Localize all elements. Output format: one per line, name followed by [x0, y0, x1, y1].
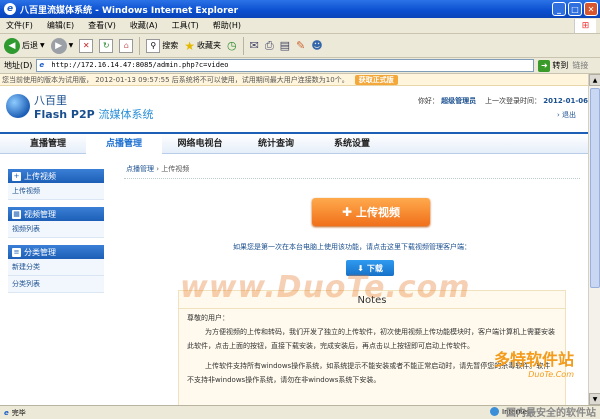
- menu-view[interactable]: 查看(V): [88, 20, 116, 31]
- back-dropdown-icon[interactable]: ▼: [40, 42, 45, 49]
- maximize-button[interactable]: □: [568, 2, 582, 16]
- user-name: 超级管理员: [441, 97, 477, 105]
- sidebar-group-video-manage[interactable]: ▦ 视频管理: [8, 207, 104, 221]
- search-label: 搜索: [162, 41, 179, 50]
- favorites-label: 收藏夹: [197, 41, 222, 50]
- breadcrumb: 点播管理 › 上传视频: [124, 162, 580, 179]
- user-info: 你好： 超级管理员 上一次登录时间： 2012-01-06: [417, 97, 588, 105]
- menu-bar: 文件(F) 编辑(E) 查看(V) 收藏(A) 工具(T) 帮助(H) ⊞: [0, 18, 600, 34]
- back-arrow-icon: ◀: [4, 37, 20, 54]
- main-nav: 直播管理 点播管理 网络电视台 统计查询 系统设置: [0, 132, 588, 154]
- menu-tools[interactable]: 工具(T): [172, 20, 199, 31]
- history-icon[interactable]: ◷: [227, 39, 237, 52]
- main-body: + 上传视频 上传视频 ▦ 视频管理 视频列表 ≡ 分类管理 新建分类 分类列表…: [0, 154, 588, 405]
- brand-logo-icon: [6, 94, 30, 118]
- discuss-icon[interactable]: ✎: [296, 39, 305, 52]
- favorites-button[interactable]: ★ 收藏夹: [184, 39, 221, 53]
- breadcrumb-root[interactable]: 点播管理: [126, 165, 154, 173]
- go-arrow-icon: ➜: [538, 59, 551, 72]
- status-bar: e 完毕 Internet 国内最安全的软件站: [0, 405, 600, 419]
- menu-favorites[interactable]: 收藏(A): [130, 20, 158, 31]
- duote-slogan-watermark: 国内最安全的软件站: [506, 408, 596, 419]
- nav-stats[interactable]: 统计查询: [238, 134, 314, 154]
- search-icon: ⚲: [146, 38, 161, 53]
- vertical-scrollbar[interactable]: ▲ ▼: [588, 74, 600, 405]
- print-icon[interactable]: ⎙: [265, 39, 274, 53]
- scroll-up-icon[interactable]: ▲: [589, 74, 600, 86]
- upload-video-button[interactable]: ✚ 上传视频: [312, 198, 430, 226]
- download-arrow-icon: ⬇: [357, 263, 364, 273]
- trial-notice: 您当前使用的版本为试用版， 2012-01-13 09:57:55 后系统将不可…: [0, 74, 588, 86]
- edit-icon[interactable]: ▤: [280, 39, 290, 52]
- notes-title: Notes: [179, 291, 565, 309]
- notes-salutation: 尊敬的用户：: [187, 314, 229, 322]
- logout-link[interactable]: › 退出: [557, 110, 576, 120]
- address-input[interactable]: http://172.16.14.47:8085/admin.php?c=vid…: [36, 59, 535, 72]
- nav-live[interactable]: 直播管理: [10, 134, 86, 154]
- plus-icon: +: [12, 171, 21, 181]
- forward-button[interactable]: ▶ ▼: [50, 37, 74, 54]
- messenger-icon[interactable]: ☻: [311, 39, 322, 52]
- star-icon: ★: [184, 38, 196, 53]
- address-bar: 地址(D) http://172.16.14.47:8085/admin.php…: [0, 58, 600, 74]
- sidebar: + 上传视频 上传视频 ▦ 视频管理 视频列表 ≡ 分类管理 新建分类 分类列表: [8, 162, 104, 293]
- links-label[interactable]: 链接: [572, 60, 588, 71]
- notes-panel: Notes 尊敬的用户： 为方便视频的上传和转码，我们开发了独立的上传软件，初次…: [178, 290, 566, 405]
- stop-icon[interactable]: ✕: [79, 38, 94, 53]
- category-icon: ≡: [12, 247, 21, 257]
- trial-notice-text: 您当前使用的版本为试用版， 2012-01-13 09:57:55 后系统将不可…: [2, 75, 349, 84]
- menu-file[interactable]: 文件(F): [6, 20, 33, 31]
- last-login-date: 2012-01-06: [543, 97, 588, 105]
- go-button[interactable]: ➜ 转到: [538, 59, 569, 72]
- back-label: 后退: [22, 41, 38, 50]
- nav-web-tv[interactable]: 网络电视台: [162, 134, 238, 154]
- back-button[interactable]: ◀ 后退 ▼: [4, 37, 45, 54]
- forward-dropdown-icon[interactable]: ▼: [69, 42, 74, 49]
- page-icon: e: [4, 408, 9, 417]
- go-label: 转到: [552, 61, 569, 70]
- sidebar-group-category[interactable]: ≡ 分类管理: [8, 245, 104, 259]
- plus-icon: ✚: [341, 205, 353, 219]
- menu-edit[interactable]: 编辑(E): [47, 20, 74, 31]
- client-download-hint: 如果您是第一次在本台电脑上使用该功能，请点击这里下载视频管理客户端：: [233, 243, 471, 251]
- notes-paragraph-1: 为方便视频的上传和转码，我们开发了独立的上传软件，初次使用视频上传功能模块时，客…: [187, 328, 555, 350]
- sidebar-item-category-list[interactable]: 分类列表: [8, 276, 104, 293]
- address-label: 地址(D): [4, 61, 33, 70]
- brand-product: Flash P2P 流媒体系统: [34, 108, 154, 121]
- main-panel: 点播管理 › 上传视频 ✚ 上传视频 如果您是第一次在本台电脑上使用该功能，请点…: [124, 162, 580, 405]
- window-titlebar: e 八百里流媒体系统 - Windows Internet Explorer _…: [0, 0, 600, 18]
- get-full-version-button[interactable]: 获取正式版: [354, 74, 398, 85]
- globe-icon: [490, 407, 499, 416]
- close-button[interactable]: ✕: [584, 2, 598, 16]
- nav-vod[interactable]: 点播管理: [86, 133, 162, 154]
- scroll-thumb[interactable]: [590, 88, 600, 288]
- notes-paragraph-2: 上传软件支持所有windows操作系统，如系统提示不能安装或者不能正常启动时，请…: [187, 362, 551, 384]
- mail-icon[interactable]: ✉: [250, 39, 259, 52]
- page-content: 您当前使用的版本为试用版， 2012-01-13 09:57:55 后系统将不可…: [0, 74, 588, 405]
- status-text: 完毕: [11, 408, 26, 417]
- browser-toolbar: ◀ 后退 ▼ ▶ ▼ ✕ ↻ ⌂ ⚲ 搜索 ★ 收藏夹 ◷ ✉ ⎙ ▤ ✎ ☻: [0, 34, 600, 58]
- ie-icon: e: [4, 3, 16, 15]
- film-icon: ▦: [12, 209, 21, 219]
- search-button[interactable]: ⚲ 搜索: [146, 38, 179, 53]
- site-header: 八百里 Flash P2P 流媒体系统 你好： 超级管理员 上一次登录时间： 2…: [0, 86, 588, 132]
- sidebar-group-upload[interactable]: + 上传视频: [8, 169, 104, 183]
- sidebar-item-new-category[interactable]: 新建分类: [8, 259, 104, 276]
- window-title: 八百里流媒体系统 - Windows Internet Explorer: [20, 5, 239, 16]
- forward-arrow-icon: ▶: [50, 37, 67, 54]
- nav-settings[interactable]: 系统设置: [314, 134, 390, 154]
- refresh-icon[interactable]: ↻: [99, 38, 114, 53]
- breadcrumb-current: 上传视频: [161, 165, 190, 173]
- download-client-button[interactable]: ⬇ 下载: [346, 260, 394, 276]
- home-icon[interactable]: ⌂: [119, 38, 134, 53]
- menu-help[interactable]: 帮助(H): [213, 20, 241, 31]
- windows-logo-icon: ⊞: [574, 19, 596, 33]
- sidebar-item-video-list[interactable]: 视频列表: [8, 221, 104, 238]
- sidebar-item-upload-video[interactable]: 上传视频: [8, 183, 104, 200]
- minimize-button[interactable]: _: [552, 2, 566, 16]
